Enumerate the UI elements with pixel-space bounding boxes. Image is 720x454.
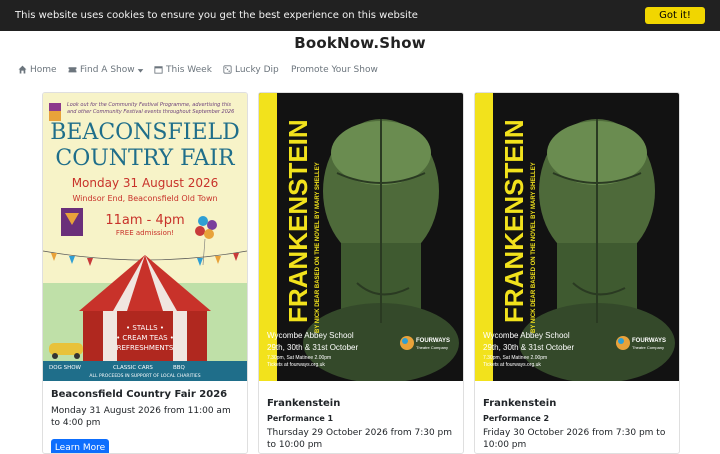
nav-find-label: Find A Show	[80, 65, 135, 75]
card-performance: Performance 1	[267, 414, 334, 423]
card-performance: Performance 2	[483, 414, 550, 423]
poster-promo-2: and other Community Festival events thro…	[67, 109, 234, 115]
cookie-banner: This website uses cookies to ensure you …	[0, 0, 720, 31]
nav-home[interactable]: Home	[18, 64, 57, 76]
nav-lucky-dip[interactable]: Lucky Dip	[223, 64, 279, 76]
nav-home-label: Home	[30, 65, 57, 75]
nav-promote-label: Promote Your Show	[291, 65, 378, 75]
event-card-beaconsfield[interactable]: Look out for the Community Festival Prog…	[42, 92, 248, 454]
poster-title: FRANKENSTEIN	[499, 119, 529, 323]
poster-title-2: COUNTRY FAIR	[55, 146, 236, 171]
poster-company: FOURWAYS	[416, 338, 450, 344]
card-title[interactable]: Frankenstein	[267, 398, 455, 409]
card-date: Monday 31 August 2026 from 11:00 am to 4…	[51, 406, 231, 428]
card-title[interactable]: Frankenstein	[483, 398, 671, 409]
frankenstein-poster-image[interactable]: FRANKENSTEIN BY NICK DEAR BASED ON THE N…	[259, 93, 463, 381]
nav-this-week[interactable]: This Week	[154, 64, 212, 76]
card-date: Thursday 29 October 2026 from 7:30 pm to…	[267, 428, 453, 450]
cookie-accept-button[interactable]: Got it!	[645, 7, 705, 24]
caret-down-icon	[138, 69, 144, 73]
poster-admission: FREE admission!	[116, 229, 174, 237]
poster-venue: Wycombe Abbey School	[483, 331, 570, 340]
ticket-icon	[68, 67, 77, 73]
nav-promote[interactable]: Promote Your Show	[291, 64, 378, 76]
poster-dates: 29th, 30th & 31st October	[267, 343, 359, 352]
poster-date: Monday 31 August 2026	[72, 176, 219, 190]
poster-venue: Wycombe Abbey School	[267, 331, 354, 340]
poster-venue: Windsor End, Beaconsfield Old Town	[72, 194, 217, 203]
poster-times: 7.30pm, Sat Matinee 2.00pm	[267, 355, 331, 361]
poster-teas: • CREAM TEAS •	[116, 334, 174, 342]
poster-refreshments: REFRESHMENTS	[117, 344, 174, 352]
poster-stalls: • STALLS •	[126, 324, 164, 332]
learn-more-button[interactable]: Learn More	[51, 439, 109, 453]
poster-proceeds: ALL PROCEEDS IN SUPPORT OF LOCAL CHARITI…	[89, 373, 200, 379]
poster-cars: CLASSIC CARS	[113, 365, 153, 371]
card-body: Beaconsfield Country Fair 2026 Monday 31…	[51, 389, 239, 429]
card-date: Friday 30 October 2026 from 7:30 pm to 1…	[483, 428, 666, 450]
poster-promo-1: Look out for the Community Festival Prog…	[67, 102, 231, 108]
poster-dates: 29th, 30th & 31st October	[483, 343, 575, 352]
poster-times: 7.30pm, Sat Matinee 2.00pm	[483, 355, 547, 361]
home-icon	[18, 65, 27, 74]
poster-byline: BY NICK DEAR BASED ON THE NOVEL BY MARY …	[315, 162, 321, 333]
poster-title-1: BEACONSFIELD	[50, 120, 240, 145]
poster-time: 11am - 4pm	[105, 213, 184, 228]
nav-this-week-label: This Week	[166, 65, 212, 75]
poster-tickets: Tickets at fourways.org.uk	[267, 362, 325, 368]
poster-company-sub: Theatre Company	[416, 345, 448, 350]
calendar-icon	[154, 66, 163, 74]
dice-icon	[223, 65, 232, 74]
event-card-frankenstein-2[interactable]: FRANKENSTEIN BY NICK DEAR BASED ON THE N…	[474, 92, 680, 454]
poster-company-sub: Theatre Company	[632, 345, 664, 350]
poster-company: FOURWAYS	[632, 338, 666, 344]
nav-lucky-dip-label: Lucky Dip	[235, 65, 279, 75]
cookie-message: This website uses cookies to ensure you …	[15, 10, 418, 21]
site-brand[interactable]: BookNow.Show	[0, 34, 720, 52]
poster-title: FRANKENSTEIN	[283, 119, 313, 323]
frankenstein-poster-image[interactable]: FRANKENSTEIN BY NICK DEAR BASED ON THE N…	[475, 93, 679, 381]
poster-bbq: BBQ	[173, 365, 186, 371]
event-card-frankenstein-1[interactable]: FRANKENSTEIN BY NICK DEAR BASED ON THE N…	[258, 92, 464, 454]
card-body: Frankenstein Performance 2 Friday 30 Oct…	[483, 398, 671, 451]
nav-find-a-show[interactable]: Find A Show	[68, 64, 147, 76]
poster-dog: DOG SHOW	[49, 365, 82, 371]
card-body: Frankenstein Performance 1 Thursday 29 O…	[267, 398, 455, 451]
beaconsfield-poster-image[interactable]: Look out for the Community Festival Prog…	[43, 93, 247, 381]
card-title[interactable]: Beaconsfield Country Fair 2026	[51, 389, 239, 400]
poster-tickets: Tickets at fourways.org.uk	[483, 362, 541, 368]
poster-byline: BY NICK DEAR BASED ON THE NOVEL BY MARY …	[531, 162, 537, 333]
